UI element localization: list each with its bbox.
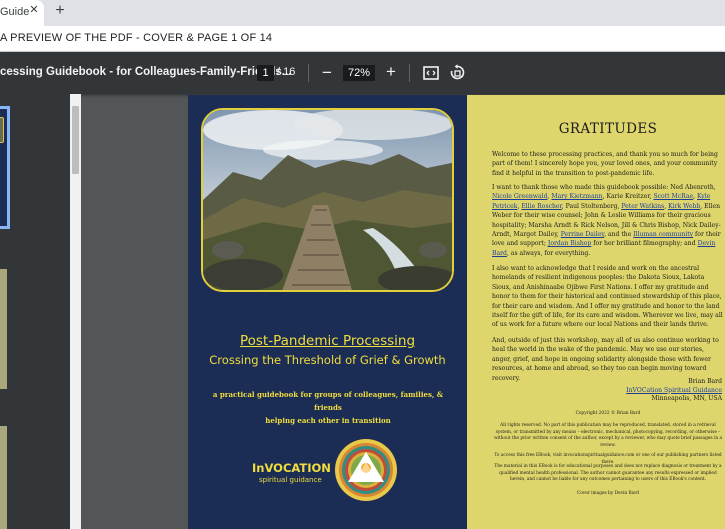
toolbar-divider: [308, 64, 309, 82]
gratitudes-panel: GRATITUDES Welcome to these processing p…: [467, 95, 725, 529]
organization-link[interactable]: InVOCation Spiritual Guidance: [567, 387, 722, 396]
preview-banner: A PREVIEW OF THE PDF - COVER & PAGE 1 OF…: [0, 26, 725, 52]
cover-photo: [201, 108, 454, 292]
disclaimer-notice: The material in this EBook is for educat…: [494, 464, 722, 483]
paragraph-text: , and the: [604, 231, 634, 239]
page-number-input[interactable]: 1: [257, 65, 274, 81]
gratitudes-heading: GRATITUDES: [558, 121, 658, 137]
scrollbar-thumb[interactable]: [72, 106, 79, 174]
tab-strip: Guide ✕ +: [0, 0, 725, 26]
zoom-in-button[interactable]: +: [382, 62, 400, 82]
name-link[interactable]: Ellie Roscher: [521, 203, 561, 210]
name-link[interactable]: Peter Watkins: [621, 203, 664, 210]
banner-text: A PREVIEW OF THE PDF - COVER & PAGE 1 OF…: [0, 32, 273, 44]
gratitudes-paragraph: I also want to acknowledge that I reside…: [492, 265, 723, 329]
rotate-icon[interactable]: [449, 64, 466, 81]
document-title: cessing Guidebook - for Colleagues-Famil…: [0, 66, 292, 78]
paragraph-text: , Karie Kreitzer,: [602, 193, 654, 201]
total-pages: / 16: [277, 66, 296, 78]
tagline-line: a practical guidebook for groups of coll…: [212, 390, 444, 412]
paragraph-text: for her brilliant filmography; and: [591, 240, 698, 248]
close-icon[interactable]: ✕: [27, 3, 41, 17]
brand-name: InVOCATION: [252, 461, 331, 475]
copyright-notice: Copyright 2022 © Brian Bard: [575, 411, 641, 416]
cover-panel: Post-Pandemic Processing Crossing the Th…: [188, 95, 467, 529]
community-link[interactable]: Illuman community: [633, 231, 693, 238]
signature-city: Minneapolis, MN, USA: [651, 395, 722, 402]
browser-tab[interactable]: Guide ✕: [0, 0, 44, 26]
gratitudes-paragraph: I want to thank those who made this guid…: [492, 183, 724, 258]
signature-block: Brian Bard InVOCation Spiritual Guidance…: [567, 378, 722, 404]
toolbar-divider: [409, 64, 410, 82]
name-link[interactable]: Kirk Webb: [668, 203, 700, 210]
paragraph-text: , as always, for everything.: [506, 249, 591, 257]
name-link[interactable]: Mary Kietzmann: [551, 193, 602, 200]
zoom-level-input[interactable]: 72%: [343, 65, 375, 81]
tagline-line: helping each other in transition: [265, 416, 391, 425]
rights-notice: All rights reserved. No part of this pub…: [493, 423, 723, 448]
name-link[interactable]: Scott McRae: [653, 193, 693, 200]
name-link[interactable]: Nicole Greenwald: [492, 193, 547, 200]
zoom-out-button[interactable]: −: [318, 63, 336, 83]
cover-tagline: a practical guidebook for groups of coll…: [208, 388, 448, 427]
cover-title[interactable]: Post-Pandemic Processing: [188, 333, 467, 349]
gratitudes-paragraph: Welcome to these processing practices, a…: [492, 151, 718, 177]
invocation-logo-icon: [335, 439, 397, 501]
cover-subtitle: Crossing the Threshold of Grief & Growth: [209, 353, 446, 367]
name-link[interactable]: Perrine Dailey: [561, 231, 604, 238]
paragraph-text: I want to thank those who made this guid…: [492, 184, 716, 191]
pdf-toolbar: cessing Guidebook - for Colleagues-Famil…: [0, 52, 725, 94]
fit-to-page-icon[interactable]: [423, 65, 439, 81]
page-thumbnail[interactable]: [0, 426, 7, 529]
brand-tagline: spiritual guidance: [259, 476, 322, 484]
thumbnail-sidebar: [0, 94, 70, 529]
thumbnail-photo: [0, 117, 4, 143]
signature-name: Brian Bard: [688, 378, 722, 385]
gratitudes-paragraph: And, outside of just this workshop, may …: [492, 337, 719, 382]
page-thumbnail-selected[interactable]: [0, 106, 10, 229]
new-tab-button[interactable]: +: [52, 2, 68, 20]
sidebar-scrollbar[interactable]: [70, 94, 81, 529]
pdf-page: Post-Pandemic Processing Crossing the Th…: [188, 95, 725, 529]
tab-title[interactable]: Guide: [0, 6, 29, 18]
paragraph-text: , Paul Stoltenberg,: [561, 202, 622, 210]
page-thumbnail[interactable]: [0, 269, 7, 389]
name-link[interactable]: Jordan Bishop: [548, 240, 591, 247]
cover-credit: Cover images by Devin Bard: [576, 491, 640, 496]
